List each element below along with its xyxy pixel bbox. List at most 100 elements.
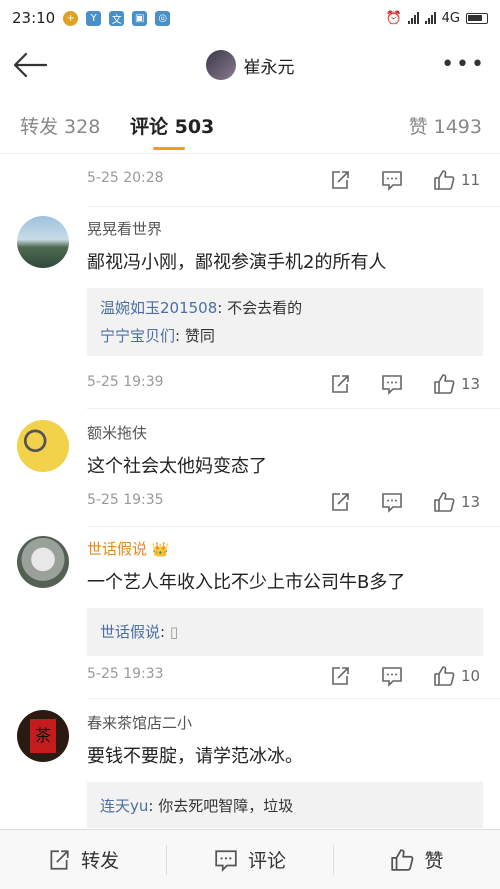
back-arrow-icon[interactable]: [12, 50, 48, 80]
reply-text: : 赞同: [175, 327, 215, 345]
repost-button[interactable]: [329, 168, 351, 192]
tab-repost[interactable]: 转发 328: [20, 112, 100, 139]
page-title: 崔永元: [243, 57, 295, 78]
comment-icon: [382, 667, 402, 687]
hotspot-icon: ◎: [155, 10, 171, 26]
repost-icon: [50, 849, 69, 870]
comment-meta: 5-25 20:28 11: [87, 168, 487, 192]
reply-item: 温婉如玉201508: 不会去看的: [100, 294, 470, 322]
crown-badge-icon: 👑: [151, 542, 170, 558]
more-icon[interactable]: •••: [441, 52, 486, 77]
repost-icon: [332, 667, 349, 685]
comment-text: 鄙视冯小刚，鄙视参演手机2的所有人: [87, 252, 387, 273]
comment-time: 5-25 19:33: [87, 666, 164, 682]
reply-author[interactable]: 宁宁宝贝们: [100, 327, 175, 345]
divider: [87, 408, 500, 409]
comment-button[interactable]: [381, 664, 403, 688]
tab-indicator: [153, 147, 185, 150]
like-count: 11: [461, 171, 481, 189]
avatar[interactable]: [17, 536, 69, 588]
notification-icon: +: [63, 10, 79, 26]
reply-author[interactable]: 世话假说: [100, 623, 160, 641]
comment-meta: 5-25 19:35 13: [87, 490, 487, 514]
comment-time: 5-25 19:39: [87, 374, 164, 390]
comment-text: 要钱不要腚，请学范冰冰。: [87, 746, 303, 767]
author-name: 世话假说: [87, 540, 148, 558]
comment-icon: [215, 849, 237, 872]
nav-bar: 崔永元 •••: [0, 36, 500, 94]
avatar: [205, 50, 236, 80]
comment-author[interactable]: 世话假说 👑: [87, 538, 169, 559]
reply-item: 连天yu: 你去死吧智障，垃圾: [100, 792, 470, 820]
signal-icon: [407, 12, 419, 24]
comment-button[interactable]: [381, 372, 403, 396]
comment-list: 5-25 20:28 11 晃晃看世界 鄙视冯小刚，鄙视参演手机2的所有人 温婉…: [0, 156, 500, 828]
reply-box[interactable]: 温婉如玉201508: 不会去看的 宁宁宝贝们: 赞同: [87, 288, 483, 356]
like-label: 赞: [424, 850, 444, 872]
reply-box[interactable]: 连天yu: 你去死吧智障，垃圾: [87, 782, 483, 828]
comment-author[interactable]: 额米拖伕: [87, 422, 147, 443]
repost-button[interactable]: [329, 372, 351, 396]
network-type: 4G: [441, 10, 460, 26]
status-bar: 23:10 + Y 文 ▣ ◎ ⏰ 4G: [0, 0, 500, 36]
battery-icon: [466, 12, 488, 24]
repost-button[interactable]: [329, 490, 351, 514]
comment-icon: [382, 375, 402, 395]
tab-likes[interactable]: 赞 1493: [409, 112, 482, 139]
divider: [87, 698, 500, 699]
comment-button[interactable]: [381, 490, 403, 514]
repost-icon: [332, 493, 349, 511]
reply-text: : 你去死吧智障，垃圾: [148, 797, 294, 815]
like-button[interactable]: 11: [433, 168, 480, 192]
comment-icon: [382, 171, 402, 191]
like-button[interactable]: 10: [433, 664, 480, 688]
reply-text: :: [160, 623, 166, 641]
comment-author[interactable]: 春来茶馆店二小: [87, 712, 192, 733]
avatar[interactable]: [17, 420, 69, 472]
thumbs-up-icon: [434, 492, 455, 512]
thumbs-up-icon: [434, 666, 455, 686]
divider: [87, 526, 500, 527]
comment-text: 一个艺人年收入比不少上市公司牛B多了: [87, 572, 406, 593]
repost-icon: [332, 375, 349, 393]
reply-author[interactable]: 连天yu: [100, 797, 148, 815]
comment-author[interactable]: 晃晃看世界: [87, 218, 162, 239]
app-notification-icon: Y: [86, 10, 102, 26]
status-time: 23:10: [12, 9, 56, 27]
repost-icon: [332, 171, 349, 189]
comment-button[interactable]: [381, 168, 403, 192]
like-action-button[interactable]: 赞: [334, 830, 500, 889]
tab-bar: 转发 328 评论 503 赞 1493: [0, 94, 500, 154]
like-button[interactable]: 13: [433, 490, 480, 514]
repost-action-button[interactable]: 转发: [0, 830, 166, 889]
comment-time: 5-25 19:35: [87, 492, 164, 508]
comment-label: 评论: [247, 850, 286, 872]
reply-box[interactable]: 世话假说: ▯: [87, 608, 483, 656]
thumbs-up-icon: [434, 170, 455, 190]
like-button[interactable]: 13: [433, 372, 480, 396]
like-count: 13: [461, 375, 481, 393]
comment-action-button[interactable]: 评论: [167, 830, 333, 889]
signal-icon: [424, 12, 436, 24]
comment-icon: [382, 493, 402, 513]
reply-item: 宁宁宝贝们: 赞同: [100, 322, 470, 350]
bottom-action-bar: 转发 评论 赞: [0, 829, 500, 889]
comment-meta: 5-25 19:33 10: [87, 664, 487, 688]
comment-text: 这个社会太他妈变态了: [87, 456, 267, 477]
comment-time: 5-25 20:28: [87, 170, 164, 186]
repost-button[interactable]: [329, 664, 351, 688]
reply-author[interactable]: 温婉如玉201508: [100, 299, 217, 317]
reply-item: 世话假说: ▯: [100, 618, 470, 646]
tea-logo-icon: 茶: [30, 719, 56, 753]
thumbs-up-icon: [434, 374, 455, 394]
divider: [87, 206, 500, 207]
phone-icon: ▯: [169, 623, 179, 641]
repost-label: 转发: [80, 850, 119, 872]
scan-icon: ▣: [132, 10, 148, 26]
tab-comments[interactable]: 评论 503: [130, 112, 214, 139]
alarm-icon: ⏰: [385, 10, 402, 26]
avatar[interactable]: [17, 216, 69, 268]
avatar[interactable]: 茶: [17, 710, 69, 762]
nav-user[interactable]: 崔永元: [205, 50, 295, 80]
like-count: 10: [461, 667, 481, 685]
